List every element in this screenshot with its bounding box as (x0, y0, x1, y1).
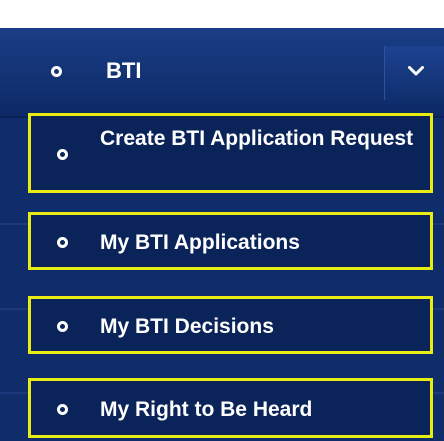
menu-group-bti[interactable]: BTI (0, 28, 444, 118)
circle-bullet-icon (51, 66, 62, 77)
circle-bullet-icon (57, 149, 68, 160)
expand-collapse-button[interactable] (384, 46, 444, 100)
menu-item-label: My BTI Decisions (100, 315, 274, 338)
bti-sidebar-menu: BTI Create BTI Application Request My BT… (0, 28, 444, 441)
menu-item-label: My Right to Be Heard (100, 398, 313, 421)
menu-group-label: BTI (106, 58, 142, 83)
menu-item-label: Create BTI Application Request (100, 127, 414, 150)
circle-bullet-icon (57, 321, 68, 332)
menu-item-my-bti-applications[interactable]: My BTI Applications (28, 212, 433, 270)
menu-item-my-right-to-be-heard[interactable]: My Right to Be Heard (28, 378, 433, 438)
circle-bullet-icon (57, 237, 68, 248)
circle-bullet-icon (57, 404, 68, 415)
menu-item-label: My BTI Applications (100, 231, 300, 254)
menu-item-create-bti-application-request[interactable]: Create BTI Application Request (28, 113, 433, 193)
chevron-down-icon (408, 66, 424, 76)
menu-item-my-bti-decisions[interactable]: My BTI Decisions (28, 296, 433, 354)
